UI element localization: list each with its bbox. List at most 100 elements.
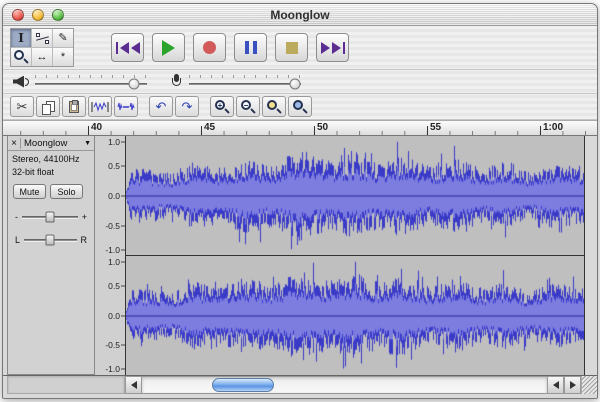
left-arrow-icon — [130, 381, 137, 389]
vruler-tick — [121, 225, 125, 227]
trim-button[interactable] — [88, 96, 112, 117]
timeshift-tool[interactable]: ↔ — [32, 48, 52, 66]
mute-button[interactable]: Mute — [13, 184, 46, 199]
vruler-label: 0.5 — [108, 161, 120, 171]
envelope-tool[interactable] — [32, 29, 52, 47]
vruler-label: 1.0 — [108, 137, 120, 147]
skip-to-end-button[interactable] — [316, 33, 349, 62]
scroll-left-button[interactable] — [125, 376, 142, 394]
silence-button[interactable] — [114, 96, 138, 117]
vruler-tick — [121, 315, 125, 316]
window-title: Moonglow — [270, 8, 330, 22]
mixer-toolbar — [3, 70, 597, 94]
multi-tool[interactable]: * — [53, 48, 73, 66]
ruler-label: 45 — [204, 122, 216, 133]
output-volume-icon — [13, 75, 29, 88]
fit-selection-button[interactable] — [262, 96, 286, 117]
timeline-ruler[interactable]: 40 45 50 55 1:00 — [3, 120, 597, 136]
waveform-right-channel[interactable] — [126, 256, 584, 375]
zoom-out-button[interactable]: − — [236, 96, 260, 117]
right-arrow-icon — [569, 381, 576, 389]
play-button[interactable] — [152, 33, 185, 62]
stop-button[interactable] — [275, 33, 308, 62]
ruler-label: 40 — [91, 122, 103, 133]
output-volume-slider[interactable] — [35, 74, 147, 89]
vruler-tick — [121, 285, 125, 287]
scroll-right-button[interactable] — [564, 376, 581, 394]
draw-tool[interactable]: ✎ — [53, 29, 73, 47]
vruler-label: 1.0 — [108, 257, 120, 267]
solo-button[interactable]: Solo — [50, 184, 83, 199]
ruler-label: 1:00 — [543, 122, 564, 133]
resize-grip[interactable] — [581, 376, 597, 394]
toolbar: I ✎ ↔ * ✂ ↶ ↷ + − — [3, 26, 597, 120]
paste-button[interactable] — [62, 96, 86, 117]
ruler-major-tick — [540, 126, 541, 135]
input-volume-thumb[interactable] — [289, 78, 301, 89]
vruler-label: -0.5 — [105, 221, 120, 231]
vruler-tick — [121, 195, 125, 197]
ruler-major-tick — [314, 126, 315, 135]
track-menu-dropdown-icon[interactable]: ▼ — [84, 140, 94, 147]
pan-thumb[interactable] — [45, 234, 55, 246]
minimize-button[interactable] — [32, 9, 44, 21]
gain-min-label: - — [15, 212, 18, 222]
input-volume-slider[interactable] — [189, 74, 301, 89]
track-header: × Moonglow ▼ — [8, 136, 94, 151]
ruler-label: 50 — [317, 122, 329, 133]
track-close-icon[interactable]: × — [8, 137, 21, 149]
horizontal-scrollbar — [3, 376, 597, 394]
undo-button[interactable]: ↶ — [149, 96, 173, 117]
vruler-label: -1.0 — [105, 245, 120, 255]
zoom-in-button[interactable]: + — [210, 96, 234, 117]
fit-project-button[interactable] — [288, 96, 312, 117]
record-button[interactable] — [193, 33, 226, 62]
window-controls — [12, 9, 64, 21]
vertical-ruler: 1.0 0.5 0.0 -0.5 -1.0 1.0 0.5 0.0 -0.5 -1.0 — [95, 136, 125, 375]
track-format-label: Stereo, 44100Hz — [12, 154, 80, 164]
scrollbar-track[interactable] — [142, 376, 547, 394]
vruler-tick — [121, 249, 125, 251]
audacity-window: Moonglow I ✎ ↔ * ✂ ↶ ↷ + − 40 45 50 55 1:00 — [2, 3, 598, 399]
skip-to-start-button[interactable] — [111, 33, 144, 62]
track-sample-format-label: 32-bit float — [12, 167, 55, 177]
waveform-display — [125, 136, 585, 375]
ruler-major-tick — [427, 126, 428, 135]
titlebar[interactable]: Moonglow — [3, 4, 597, 26]
scrollbar-left-spacer — [7, 376, 125, 394]
pause-button[interactable] — [234, 33, 267, 62]
gain-slider[interactable]: - + — [15, 211, 87, 223]
ruler-major-tick — [201, 126, 202, 135]
tool-palette: I ✎ ↔ * — [10, 28, 74, 67]
ruler-label: 55 — [430, 122, 442, 133]
vruler-label: 0.5 — [108, 280, 120, 291]
track-control-panel: × Moonglow ▼ Stereo, 44100Hz 32-bit floa… — [7, 136, 95, 375]
scrollbar-thumb[interactable] — [212, 378, 274, 392]
vruler-label: -0.5 — [105, 340, 120, 351]
vruler-tick — [121, 141, 125, 143]
pan-right-label: R — [80, 235, 88, 245]
redo-button[interactable]: ↷ — [175, 96, 199, 117]
ruler-major-tick — [88, 126, 89, 135]
vruler-tick — [121, 261, 125, 263]
edit-toolbar: ✂ ↶ ↷ + − — [3, 94, 597, 120]
track-right-margin — [585, 136, 597, 375]
output-volume-thumb[interactable] — [128, 78, 140, 89]
zoom-tool[interactable] — [11, 48, 31, 66]
selection-tool[interactable]: I — [11, 29, 31, 47]
zoom-window-button[interactable] — [52, 9, 64, 21]
cut-button[interactable]: ✂ — [10, 96, 34, 117]
window-bottom-edge — [3, 394, 597, 398]
scroll-left-button-2[interactable] — [547, 376, 564, 394]
gain-thumb[interactable] — [45, 211, 55, 223]
vruler-tick — [121, 344, 125, 346]
copy-button[interactable] — [36, 96, 60, 117]
close-button[interactable] — [12, 9, 24, 21]
control-toolbar: I ✎ ↔ * — [3, 26, 597, 70]
vruler-tick — [121, 368, 125, 370]
left-arrow-icon — [552, 381, 559, 389]
waveform-left-channel[interactable] — [126, 136, 584, 256]
pan-slider[interactable]: L R — [15, 234, 88, 246]
vruler-tick — [121, 165, 125, 167]
pan-left-label: L — [15, 235, 21, 245]
